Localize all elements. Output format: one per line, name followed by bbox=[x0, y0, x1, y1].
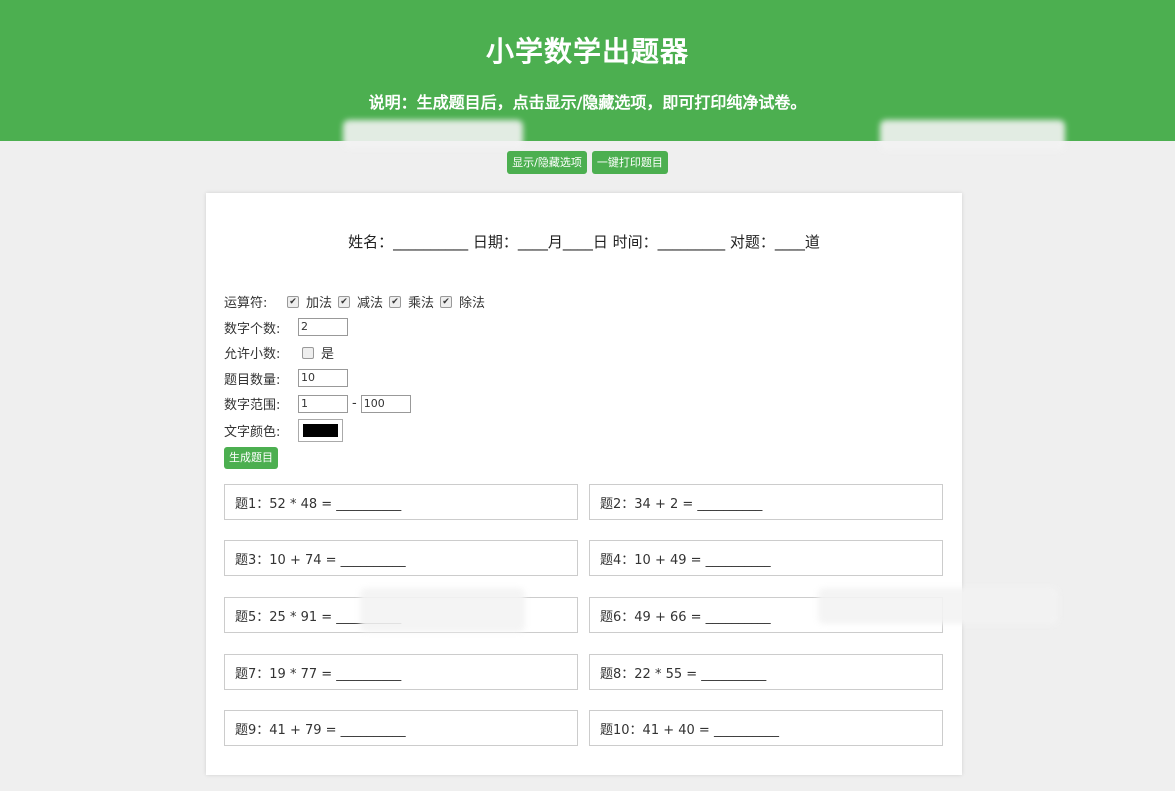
operator-option-divide[interactable]: ✔ 除法 bbox=[440, 292, 485, 311]
question-text: 题7：19 * 77 = __________ bbox=[235, 666, 402, 682]
blurred-region bbox=[818, 588, 1058, 624]
count-input[interactable]: 2 bbox=[298, 318, 348, 337]
checkbox-add[interactable]: ✔ bbox=[287, 295, 299, 308]
range-separator: - bbox=[352, 396, 357, 412]
operator-divide-label: 除法 bbox=[459, 296, 486, 312]
page-subtitle: 说明：生成题目后，点击显示/隐藏选项，即可打印纯净试卷。 bbox=[368, 93, 807, 112]
color-row: 文字颜色: bbox=[224, 417, 491, 445]
operator-add-label: 加法 bbox=[306, 296, 333, 312]
operator-subtract-label: 减法 bbox=[357, 296, 384, 312]
color-picker[interactable] bbox=[298, 419, 343, 442]
range-label: 数字范围: bbox=[224, 398, 281, 414]
operator-label: 运算符: bbox=[224, 296, 268, 312]
decimal-option[interactable]: 是 bbox=[302, 343, 334, 362]
operator-multiply-label: 乘法 bbox=[408, 296, 435, 312]
operator-row: 运算符: ✔ 加法 ✔ 减法 ✔ 乘法 ✔ 除法 bbox=[224, 289, 491, 315]
blurred-region bbox=[343, 120, 523, 148]
count-row: 数字个数: 2 bbox=[224, 315, 491, 341]
options-form: 运算符: ✔ 加法 ✔ 减法 ✔ 乘法 ✔ 除法 数字个数: 2 允许小数: 是… bbox=[224, 289, 491, 469]
blurred-region bbox=[360, 588, 525, 632]
range-row: 数字范围: 1 - 100 bbox=[224, 391, 491, 417]
worksheet-card: 姓名：__________ 日期：____月____日 时间：_________… bbox=[206, 193, 962, 775]
decimal-label: 允许小数: bbox=[224, 347, 281, 363]
question-text: 题1：52 * 48 = __________ bbox=[235, 496, 402, 512]
question-text: 题3：10 + 74 = __________ bbox=[235, 552, 406, 568]
decimal-row: 允许小数: 是 bbox=[224, 340, 491, 366]
range-max-input[interactable]: 100 bbox=[360, 394, 411, 413]
decimal-option-label: 是 bbox=[321, 347, 335, 363]
generate-button[interactable]: 生成题目 bbox=[224, 446, 278, 469]
count-label: 数字个数: bbox=[224, 321, 281, 337]
question-item: 题7：19 * 77 = __________ bbox=[224, 654, 578, 690]
operator-option-add[interactable]: ✔ 加法 bbox=[287, 292, 332, 311]
operator-option-multiply[interactable]: ✔ 乘法 bbox=[389, 292, 434, 311]
checkbox-subtract[interactable]: ✔ bbox=[338, 295, 351, 308]
question-item: 题9：41 + 79 = __________ bbox=[224, 710, 578, 746]
question-item: 题8：22 * 55 = __________ bbox=[589, 654, 943, 690]
operator-option-subtract[interactable]: ✔ 减法 bbox=[338, 292, 383, 311]
checkbox-multiply[interactable]: ✔ bbox=[389, 295, 402, 308]
question-item: 题4：10 + 49 = __________ bbox=[589, 540, 943, 576]
range-min-input[interactable]: 1 bbox=[298, 394, 348, 413]
question-text: 题4：10 + 49 = __________ bbox=[600, 552, 771, 568]
color-swatch bbox=[303, 424, 338, 437]
question-text: 题9：41 + 79 = __________ bbox=[235, 722, 406, 738]
question-text: 题6：49 + 66 = __________ bbox=[600, 609, 771, 625]
toggle-options-button[interactable]: 显示/隐藏选项 bbox=[507, 151, 587, 174]
question-item: 题3：10 + 74 = __________ bbox=[224, 540, 578, 576]
checkbox-decimal[interactable] bbox=[302, 346, 314, 359]
blurred-region bbox=[880, 120, 1065, 150]
question-item: 题10：41 + 40 = __________ bbox=[589, 710, 943, 746]
question-text: 题8：22 * 55 = __________ bbox=[600, 666, 767, 682]
print-button[interactable]: 一键打印题目 bbox=[591, 151, 668, 174]
color-label: 文字颜色: bbox=[224, 425, 281, 440]
page-title: 小学数学出题器 bbox=[485, 35, 689, 68]
question-item: 题1：52 * 48 = __________ bbox=[224, 484, 578, 520]
student-info-line: 姓名：__________ 日期：____月____日 时间：_________… bbox=[348, 233, 820, 251]
toolbar: 显示/隐藏选项 一键打印题目 bbox=[0, 151, 1175, 174]
question-text: 题2：34 + 2 = __________ bbox=[600, 496, 763, 512]
quantity-label: 题目数量: bbox=[224, 372, 281, 388]
checkbox-divide[interactable]: ✔ bbox=[440, 295, 453, 308]
quantity-row: 题目数量: 10 bbox=[224, 366, 491, 392]
quantity-input[interactable]: 10 bbox=[298, 369, 348, 388]
question-item: 题2：34 + 2 = __________ bbox=[589, 484, 943, 520]
question-text: 题10：41 + 40 = __________ bbox=[600, 722, 779, 738]
